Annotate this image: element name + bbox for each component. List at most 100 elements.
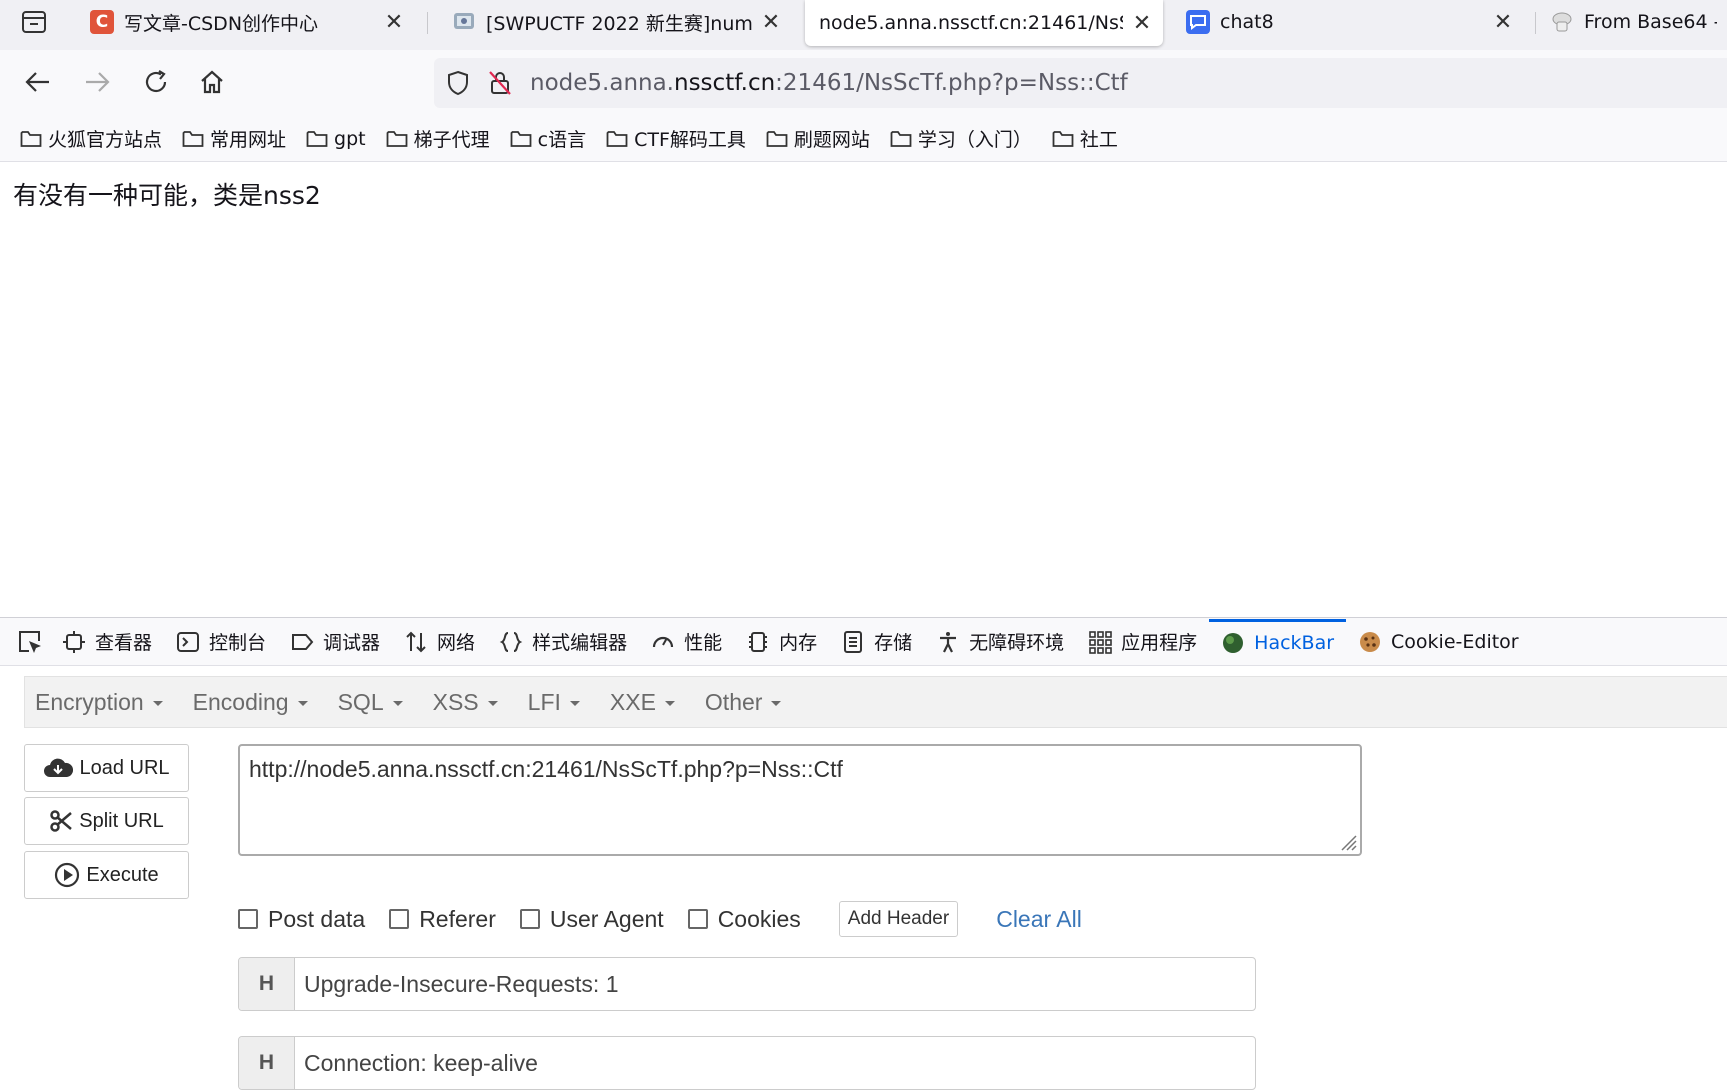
add-header-button[interactable]: Add Header (838, 901, 959, 937)
hackbar-url-input[interactable]: http://node5.anna.nssctf.cn:21461/NsScTf… (238, 744, 1362, 856)
devtools-tab-label: 样式编辑器 (532, 632, 628, 654)
tab-list-icon (22, 11, 46, 33)
insecure-lock-icon[interactable] (488, 70, 512, 96)
devtools-tab-storage[interactable]: 存储 (829, 619, 924, 665)
header-value-input[interactable]: Connection: keep-alive (295, 1037, 1255, 1089)
cookie-icon (1360, 631, 1381, 652)
hackbar-menu-other[interactable]: Other (705, 689, 782, 716)
post-data-option[interactable]: Post data (238, 906, 365, 933)
devtools-tab-label: 查看器 (95, 632, 153, 654)
devtools-tab-performance[interactable]: 性能 (639, 619, 734, 665)
shield-icon[interactable] (446, 70, 470, 96)
devtools-tab-hackbar[interactable]: HackBar (1209, 618, 1347, 665)
bookmark-folder[interactable]: 常用网址 (182, 125, 286, 152)
hackbar-menu-lfi[interactable]: LFI (528, 689, 580, 716)
forward-button[interactable] (77, 62, 117, 102)
bookmark-folder[interactable]: 刷题网站 (766, 125, 870, 152)
bookmark-folder[interactable]: 学习（入门） (890, 125, 1032, 152)
bookmark-folder[interactable]: CTF解码工具 (606, 125, 746, 152)
storage-icon (844, 630, 863, 653)
header-value-input[interactable]: Upgrade-Insecure-Requests: 1 (295, 958, 1255, 1010)
close-icon[interactable]: ✕ (383, 10, 405, 35)
header-key-badge: H (239, 958, 295, 1010)
folder-icon (766, 130, 788, 147)
url-domain: nssctf.cn (674, 70, 776, 96)
tab-title: 写文章-CSDN创作中心 (124, 12, 319, 35)
devtools-tab-accessibility[interactable]: 无障碍环境 (924, 619, 1076, 665)
cookies-option[interactable]: Cookies (687, 906, 801, 933)
close-icon[interactable]: ✕ (1492, 10, 1514, 35)
post-data-checkbox[interactable] (238, 909, 258, 929)
execute-button[interactable]: Execute (24, 851, 189, 899)
load-url-button[interactable]: Load URL (24, 744, 189, 792)
bookmarks-toolbar: 火狐官方站点 常用网址 gpt 梯子代理 c语言 CTF解码工具 刷题网站 学习（入门） 社工 (0, 116, 1727, 162)
hackbar-menu-xss[interactable]: XSS (433, 689, 498, 716)
hackbar-menu-encryption[interactable]: Encryption (35, 689, 163, 716)
devtools-tab-network[interactable]: 网络 (392, 619, 487, 665)
bookmark-folder[interactable]: 火狐官方站点 (20, 125, 162, 152)
bookmark-folder[interactable]: c语言 (510, 125, 586, 152)
chat-icon (1186, 10, 1210, 34)
devtools-tab-application-grid[interactable]: 应用程序 (1076, 619, 1209, 665)
bookmark-label: 社工 (1079, 129, 1118, 151)
devtools-tab-label: 调试器 (323, 632, 381, 654)
referer-checkbox[interactable] (389, 909, 410, 929)
inspector-icon (63, 630, 85, 653)
reload-icon (145, 70, 167, 93)
home-button[interactable] (192, 62, 232, 102)
close-icon[interactable]: ✕ (1131, 11, 1153, 36)
user-agent-option[interactable]: User Agent (519, 905, 664, 933)
home-icon (201, 70, 223, 94)
list-all-tabs-button[interactable] (8, 0, 60, 44)
back-arrow-icon (25, 72, 49, 92)
tab-active-node5[interactable]: node5.anna.nssctf.cn:21461/NsSc ✕ (805, 0, 1163, 46)
menu-label: Encryption (35, 688, 144, 715)
bookmark-label: CTF解码工具 (634, 129, 746, 151)
address-bar[interactable]: node5.anna.nssctf.cn:21461/NsScTf.php?p=… (434, 58, 1727, 108)
cloud-download-icon (44, 758, 74, 777)
split-url-button[interactable]: Split URL (24, 797, 189, 845)
user-agent-checkbox[interactable] (519, 909, 540, 929)
bookmark-folder[interactable]: gpt (306, 128, 366, 150)
hackbar-menu-sql[interactable]: SQL (338, 689, 403, 716)
folder-icon (510, 130, 532, 147)
caret-down-icon (569, 701, 580, 706)
tab-chat8[interactable]: chat8 ✕ (1176, 0, 1524, 44)
devtools-tab-cookie[interactable]: Cookie-Editor (1346, 619, 1531, 665)
bookmark-label: gpt (334, 127, 366, 150)
back-button[interactable] (18, 62, 58, 102)
bookmark-folder[interactable]: 梯子代理 (386, 125, 490, 152)
reload-button[interactable] (136, 62, 176, 102)
devtools-tab-label: 控制台 (209, 632, 267, 654)
devtools-tab-label: 应用程序 (1121, 632, 1198, 654)
element-picker-icon (19, 630, 41, 653)
url-text[interactable]: node5.anna.nssctf.cn:21461/NsScTf.php?p=… (530, 70, 1128, 96)
resize-grip-icon[interactable] (1337, 831, 1357, 851)
menu-label: Encoding (192, 688, 289, 715)
devtools-tab-style-editor[interactable]: 样式编辑器 (487, 619, 639, 665)
user-agent-label: User Agent (549, 905, 664, 932)
bookmark-label: 学习（入门） (917, 129, 1032, 151)
bookmark-label: 常用网址 (210, 129, 287, 151)
bookmark-folder[interactable]: 社工 (1052, 125, 1118, 152)
hackbar-url-textarea[interactable]: http://node5.anna.nssctf.cn:21461/NsScTf… (249, 756, 1351, 844)
bookmark-label: 刷题网站 (793, 129, 870, 151)
cookies-checkbox[interactable] (687, 909, 708, 929)
caret-down-icon (487, 701, 498, 706)
devtools-tab-inspector[interactable]: 查看器 (50, 619, 164, 665)
bookmark-label: 火狐官方站点 (48, 129, 163, 151)
referer-option[interactable]: Referer (389, 906, 496, 933)
hackbar-menu-encoding[interactable]: Encoding (193, 689, 308, 716)
devtools-tab-memory[interactable]: 内存 (734, 619, 829, 665)
hackbar-menu-xxe[interactable]: XXE (610, 689, 675, 716)
devtools-tab-debugger[interactable]: 调试器 (278, 619, 392, 665)
element-picker-button[interactable] (10, 620, 50, 664)
tab-nssctf[interactable]: [SWPUCTF 2022 新生赛]numg ✕ (442, 0, 792, 44)
menu-label: LFI (527, 688, 561, 715)
tab-cyberchef[interactable]: From Base64 - C (1540, 0, 1727, 44)
close-icon[interactable]: ✕ (760, 10, 782, 35)
clear-all-link[interactable]: Clear All (996, 906, 1082, 933)
caret-down-icon (664, 701, 675, 706)
devtools-tab-console[interactable]: 控制台 (164, 619, 278, 665)
tab-csdn[interactable]: C 写文章-CSDN创作中心 ✕ (80, 0, 415, 44)
